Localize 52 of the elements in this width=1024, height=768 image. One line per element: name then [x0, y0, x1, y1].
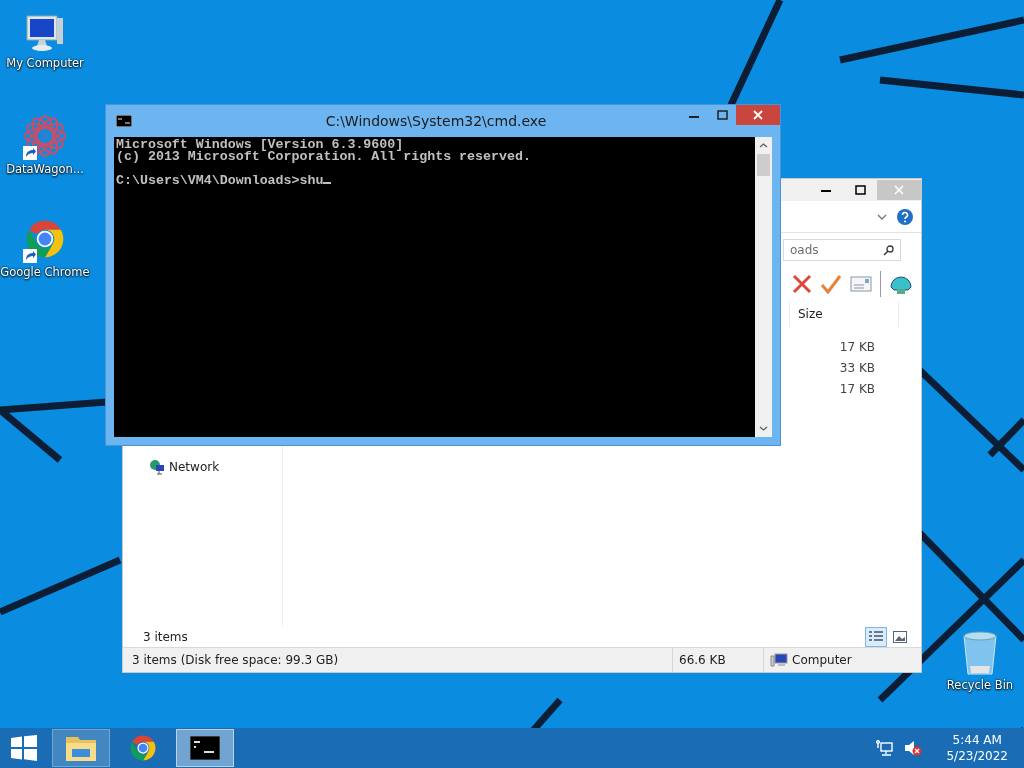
- windows-logo-icon: [11, 735, 37, 761]
- explorer-taskbar-button[interactable]: [52, 729, 110, 767]
- details-view-button[interactable]: [865, 626, 887, 647]
- scroll-thumb[interactable]: [757, 154, 770, 176]
- maximize-icon: [854, 185, 866, 195]
- computer-icon: [770, 653, 788, 667]
- column-header[interactable]: Size: [789, 301, 899, 327]
- status-size: 66.6 KB: [679, 653, 726, 667]
- help-icon[interactable]: [897, 208, 913, 225]
- clock[interactable]: 5:44 AM 5/23/2022: [946, 732, 1008, 764]
- flower-icon: [23, 114, 67, 158]
- delete-icon[interactable]: [792, 274, 812, 294]
- shortcut-arrow-icon: [23, 146, 37, 160]
- checkmark-icon[interactable]: [820, 274, 842, 294]
- console-prompt: C:\Users\VM4\Downloads>shu: [116, 173, 324, 188]
- table-cell-text: 33 KB: [838, 360, 875, 377]
- close-icon: [753, 110, 763, 120]
- network-icon: [149, 459, 165, 475]
- close-button[interactable]: [736, 105, 780, 125]
- shell-icon[interactable]: [889, 273, 913, 295]
- item-count: 3 items: [143, 629, 188, 644]
- chrome-icon[interactable]: [128, 733, 158, 763]
- desktop-icon-label[interactable]: Recycle Bin: [946, 678, 1014, 693]
- console-line: Microsoft Windows [Version 6.3.9600]: [116, 139, 404, 151]
- nav-item[interactable]: Network: [169, 460, 220, 474]
- search-field[interactable]: oads: [783, 239, 901, 261]
- console-line: (c) 2013 Microsoft Corporation. All rights reserved.: [116, 151, 532, 163]
- table-cell-text: 17 KB: [838, 339, 875, 356]
- table-cell-text: 17 KB: [838, 381, 875, 398]
- speaker-icon[interactable]: [904, 740, 923, 756]
- status-location: Computer: [792, 653, 852, 667]
- thumbnails-view-icon: [893, 630, 907, 643]
- shortcut-arrow-icon: [23, 249, 37, 263]
- recycle-bin-icon: [960, 630, 1000, 676]
- console-icon: [116, 115, 132, 127]
- scroll-down-icon[interactable]: [759, 426, 768, 431]
- details-view-icon: [868, 629, 884, 644]
- status-text: 3 items (Disk free space: 99.3 GB): [131, 653, 340, 667]
- console-taskbar-button[interactable]: [176, 729, 234, 767]
- scroll-up-icon[interactable]: [759, 143, 768, 148]
- desktop-icon-label[interactable]: DataWagon...: [6, 162, 84, 177]
- maximize-icon: [716, 110, 728, 120]
- close-icon: [894, 185, 904, 195]
- text-cursor: [323, 182, 332, 184]
- search-icon: [883, 244, 894, 256]
- scrollbar[interactable]: [755, 137, 772, 437]
- desktop-icon-label[interactable]: Google Chrome: [0, 265, 90, 280]
- console-icon: [190, 736, 220, 760]
- window-title: C:\Windows\System32\cmd.exe: [324, 113, 548, 129]
- chevron-down-icon[interactable]: [877, 213, 887, 220]
- desktop-icon-label[interactable]: My Computer: [6, 56, 84, 71]
- network-icon[interactable]: [876, 740, 895, 756]
